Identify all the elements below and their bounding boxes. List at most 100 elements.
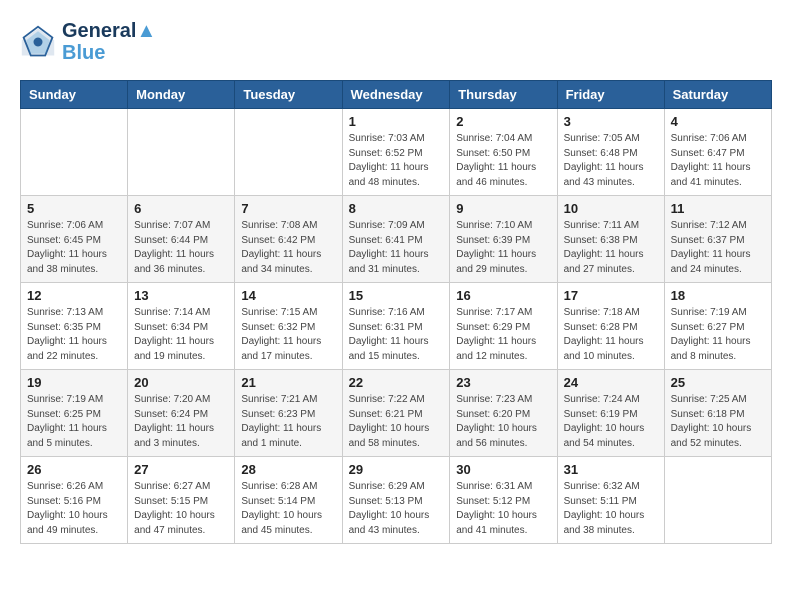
day-info: Sunrise: 7:22 AMSunset: 6:21 PMDaylight:… xyxy=(349,393,444,451)
day-info: Sunrise: 7:04 AMSunset: 6:50 PMDaylight:… xyxy=(456,132,550,190)
day-number: 28 xyxy=(241,462,335,477)
day-number: 19 xyxy=(27,375,121,390)
calendar-cell: 7Sunrise: 7:08 AMSunset: 6:42 PMDaylight… xyxy=(235,196,342,283)
calendar-cell: 24Sunrise: 7:24 AMSunset: 6:19 PMDayligh… xyxy=(557,370,664,457)
calendar-cell xyxy=(664,457,771,544)
calendar-cell: 22 Sunrise: 7:22 AMSunset: 6:21 PMDayligh… xyxy=(342,370,450,457)
day-info: Sunrise: 6:28 AMSunset: 5:14 PMDaylight:… xyxy=(241,480,335,538)
calendar-cell: 1 Sunrise: 7:03 AMSunset: 6:52 PMDaylight… xyxy=(342,109,450,196)
day-info: Sunrise: 7:20 AMSunset: 6:24 PMDaylight:… xyxy=(134,393,228,451)
day-number: 22 xyxy=(349,375,444,390)
day-info: Sunrise: 7:24 AMSunset: 6:19 PMDaylight:… xyxy=(564,393,658,451)
calendar-header-friday: Friday xyxy=(557,81,664,109)
day-info: Sunrise: 7:11 AMSunset: 6:38 PMDaylight:… xyxy=(564,219,658,277)
calendar-cell: 14 Sunrise: 7:15 AMSunset: 6:32 PMDayligh… xyxy=(235,283,342,370)
day-number: 26 xyxy=(27,462,121,477)
day-info: Sunrise: 7:25 AMSunset: 6:18 PMDaylight:… xyxy=(671,393,765,451)
calendar-cell: 25Sunrise: 7:25 AMSunset: 6:18 PMDayligh… xyxy=(664,370,771,457)
calendar-week-3: 12Sunrise: 7:13 AMSunset: 6:35 PMDayligh… xyxy=(21,283,772,370)
calendar-cell: 11Sunrise: 7:12 AMSunset: 6:37 PMDayligh… xyxy=(664,196,771,283)
day-number: 29 xyxy=(349,462,444,477)
calendar-cell: 16 Sunrise: 7:17 AMSunset: 6:29 PMDayligh… xyxy=(450,283,557,370)
calendar-cell: 15 Sunrise: 7:16 AMSunset: 6:31 PMDayligh… xyxy=(342,283,450,370)
calendar-cell: 13Sunrise: 7:14 AMSunset: 6:34 PMDayligh… xyxy=(128,283,235,370)
calendar-cell: 28 Sunrise: 6:28 AMSunset: 5:14 PMDayligh… xyxy=(235,457,342,544)
logo-text: General▲ Blue xyxy=(62,20,156,64)
day-number: 15 xyxy=(349,288,444,303)
day-info: Sunrise: 7:14 AMSunset: 6:34 PMDaylight:… xyxy=(134,306,228,364)
calendar-cell: 20Sunrise: 7:20 AMSunset: 6:24 PMDayligh… xyxy=(128,370,235,457)
day-info: Sunrise: 7:09 AMSunset: 6:41 PMDaylight:… xyxy=(349,219,444,277)
day-info: Sunrise: 7:23 AMSunset: 6:20 PMDaylight:… xyxy=(456,393,550,451)
day-number: 18 xyxy=(671,288,765,303)
day-number: 31 xyxy=(564,462,658,477)
calendar-cell: 21 Sunrise: 7:21 AMSunset: 6:23 PMDayligh… xyxy=(235,370,342,457)
logo: General▲ Blue xyxy=(20,20,156,64)
day-info: Sunrise: 6:27 AMSunset: 5:15 PMDaylight:… xyxy=(134,480,228,538)
calendar-cell: 27 Sunrise: 6:27 AMSunset: 5:15 PMDayligh… xyxy=(128,457,235,544)
day-info: Sunrise: 7:05 AMSunset: 6:48 PMDaylight:… xyxy=(564,132,658,190)
day-info: Sunrise: 7:17 AMSunset: 6:29 PMDaylight:… xyxy=(456,306,550,364)
day-info: Sunrise: 7:21 AMSunset: 6:23 PMDaylight:… xyxy=(241,393,335,451)
page-header: General▲ Blue xyxy=(20,20,772,64)
calendar-cell xyxy=(21,109,128,196)
day-number: 6 xyxy=(134,201,228,216)
day-info: Sunrise: 7:03 AMSunset: 6:52 PMDaylight:… xyxy=(349,132,444,190)
calendar-header-wednesday: Wednesday xyxy=(342,81,450,109)
calendar-cell xyxy=(235,109,342,196)
day-info: Sunrise: 7:15 AMSunset: 6:32 PMDaylight:… xyxy=(241,306,335,364)
calendar-cell: 19 Sunrise: 7:19 AMSunset: 6:25 PMDayligh… xyxy=(21,370,128,457)
day-number: 14 xyxy=(241,288,335,303)
day-number: 30 xyxy=(456,462,550,477)
day-number: 27 xyxy=(134,462,228,477)
day-number: 21 xyxy=(241,375,335,390)
day-number: 5 xyxy=(27,201,121,216)
day-info: Sunrise: 7:08 AMSunset: 6:42 PMDaylight:… xyxy=(241,219,335,277)
day-info: Sunrise: 7:07 AMSunset: 6:44 PMDaylight:… xyxy=(134,219,228,277)
day-number: 2 xyxy=(456,114,550,129)
day-number: 17 xyxy=(564,288,658,303)
calendar-cell: 26 Sunrise: 6:26 AMSunset: 5:16 PMDayligh… xyxy=(21,457,128,544)
calendar-cell: 29Sunrise: 6:29 AMSunset: 5:13 PMDayligh… xyxy=(342,457,450,544)
day-info: Sunrise: 7:19 AMSunset: 6:27 PMDaylight:… xyxy=(671,306,765,364)
day-info: Sunrise: 7:06 AMSunset: 6:47 PMDaylight:… xyxy=(671,132,765,190)
calendar-cell: 6 Sunrise: 7:07 AMSunset: 6:44 PMDaylight… xyxy=(128,196,235,283)
logo-icon xyxy=(20,24,56,60)
calendar-cell: 5 Sunrise: 7:06 AMSunset: 6:45 PMDaylight… xyxy=(21,196,128,283)
day-info: Sunrise: 6:26 AMSunset: 5:16 PMDaylight:… xyxy=(27,480,121,538)
calendar-header-tuesday: Tuesday xyxy=(235,81,342,109)
calendar-cell: 18 Sunrise: 7:19 AMSunset: 6:27 PMDayligh… xyxy=(664,283,771,370)
day-number: 11 xyxy=(671,201,765,216)
day-number: 10 xyxy=(564,201,658,216)
calendar-cell: 8 Sunrise: 7:09 AMSunset: 6:41 PMDaylight… xyxy=(342,196,450,283)
calendar-header-row: SundayMondayTuesdayWednesdayThursdayFrid… xyxy=(21,81,772,109)
day-info: Sunrise: 7:16 AMSunset: 6:31 PMDaylight:… xyxy=(349,306,444,364)
calendar-cell: 17 Sunrise: 7:18 AMSunset: 6:28 PMDayligh… xyxy=(557,283,664,370)
day-info: Sunrise: 7:06 AMSunset: 6:45 PMDaylight:… xyxy=(27,219,121,277)
day-number: 23 xyxy=(456,375,550,390)
calendar-cell xyxy=(128,109,235,196)
calendar-week-1: 1 Sunrise: 7:03 AMSunset: 6:52 PMDaylight… xyxy=(21,109,772,196)
calendar-cell: 10 Sunrise: 7:11 AMSunset: 6:38 PMDayligh… xyxy=(557,196,664,283)
day-info: Sunrise: 6:32 AMSunset: 5:11 PMDaylight:… xyxy=(564,480,658,538)
day-number: 16 xyxy=(456,288,550,303)
calendar-header-thursday: Thursday xyxy=(450,81,557,109)
day-info: Sunrise: 7:18 AMSunset: 6:28 PMDaylight:… xyxy=(564,306,658,364)
day-number: 8 xyxy=(349,201,444,216)
calendar-week-4: 19 Sunrise: 7:19 AMSunset: 6:25 PMDayligh… xyxy=(21,370,772,457)
day-info: Sunrise: 7:13 AMSunset: 6:35 PMDaylight:… xyxy=(27,306,121,364)
calendar-cell: 9Sunrise: 7:10 AMSunset: 6:39 PMDaylight… xyxy=(450,196,557,283)
day-number: 3 xyxy=(564,114,658,129)
calendar-table: SundayMondayTuesdayWednesdayThursdayFrid… xyxy=(20,80,772,544)
calendar-cell: 2 Sunrise: 7:04 AMSunset: 6:50 PMDaylight… xyxy=(450,109,557,196)
calendar-week-5: 26 Sunrise: 6:26 AMSunset: 5:16 PMDayligh… xyxy=(21,457,772,544)
calendar-cell: 31 Sunrise: 6:32 AMSunset: 5:11 PMDayligh… xyxy=(557,457,664,544)
day-info: Sunrise: 6:31 AMSunset: 5:12 PMDaylight:… xyxy=(456,480,550,538)
calendar-cell: 4Sunrise: 7:06 AMSunset: 6:47 PMDaylight… xyxy=(664,109,771,196)
day-info: Sunrise: 7:19 AMSunset: 6:25 PMDaylight:… xyxy=(27,393,121,451)
calendar-cell: 23 Sunrise: 7:23 AMSunset: 6:20 PMDayligh… xyxy=(450,370,557,457)
day-number: 1 xyxy=(349,114,444,129)
calendar-header-monday: Monday xyxy=(128,81,235,109)
calendar-cell: 12Sunrise: 7:13 AMSunset: 6:35 PMDayligh… xyxy=(21,283,128,370)
calendar-cell: 3 Sunrise: 7:05 AMSunset: 6:48 PMDaylight… xyxy=(557,109,664,196)
